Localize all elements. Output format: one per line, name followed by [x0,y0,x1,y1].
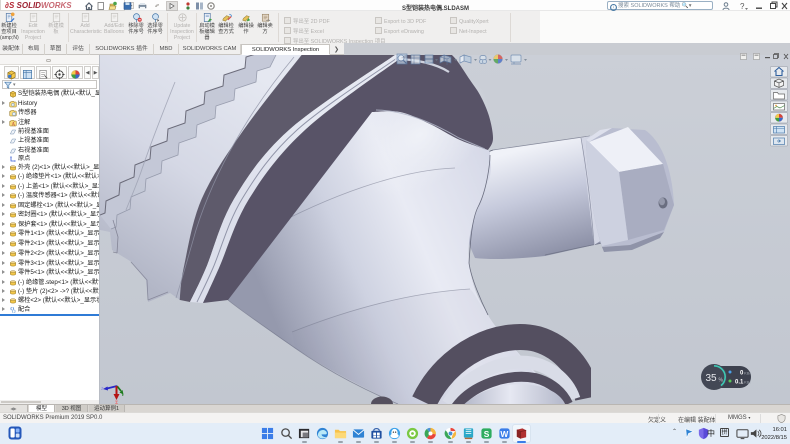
svg-text:S: S [484,429,490,439]
svg-text:%: % [719,378,724,384]
svg-text:KB/s: KB/s [744,371,751,376]
svg-text:KB/s: KB/s [744,380,751,385]
svg-text:0.1: 0.1 [735,380,744,386]
svg-text:?: ? [740,2,745,11]
svg-text:35: 35 [706,373,718,384]
svg-text:W: W [500,429,508,439]
